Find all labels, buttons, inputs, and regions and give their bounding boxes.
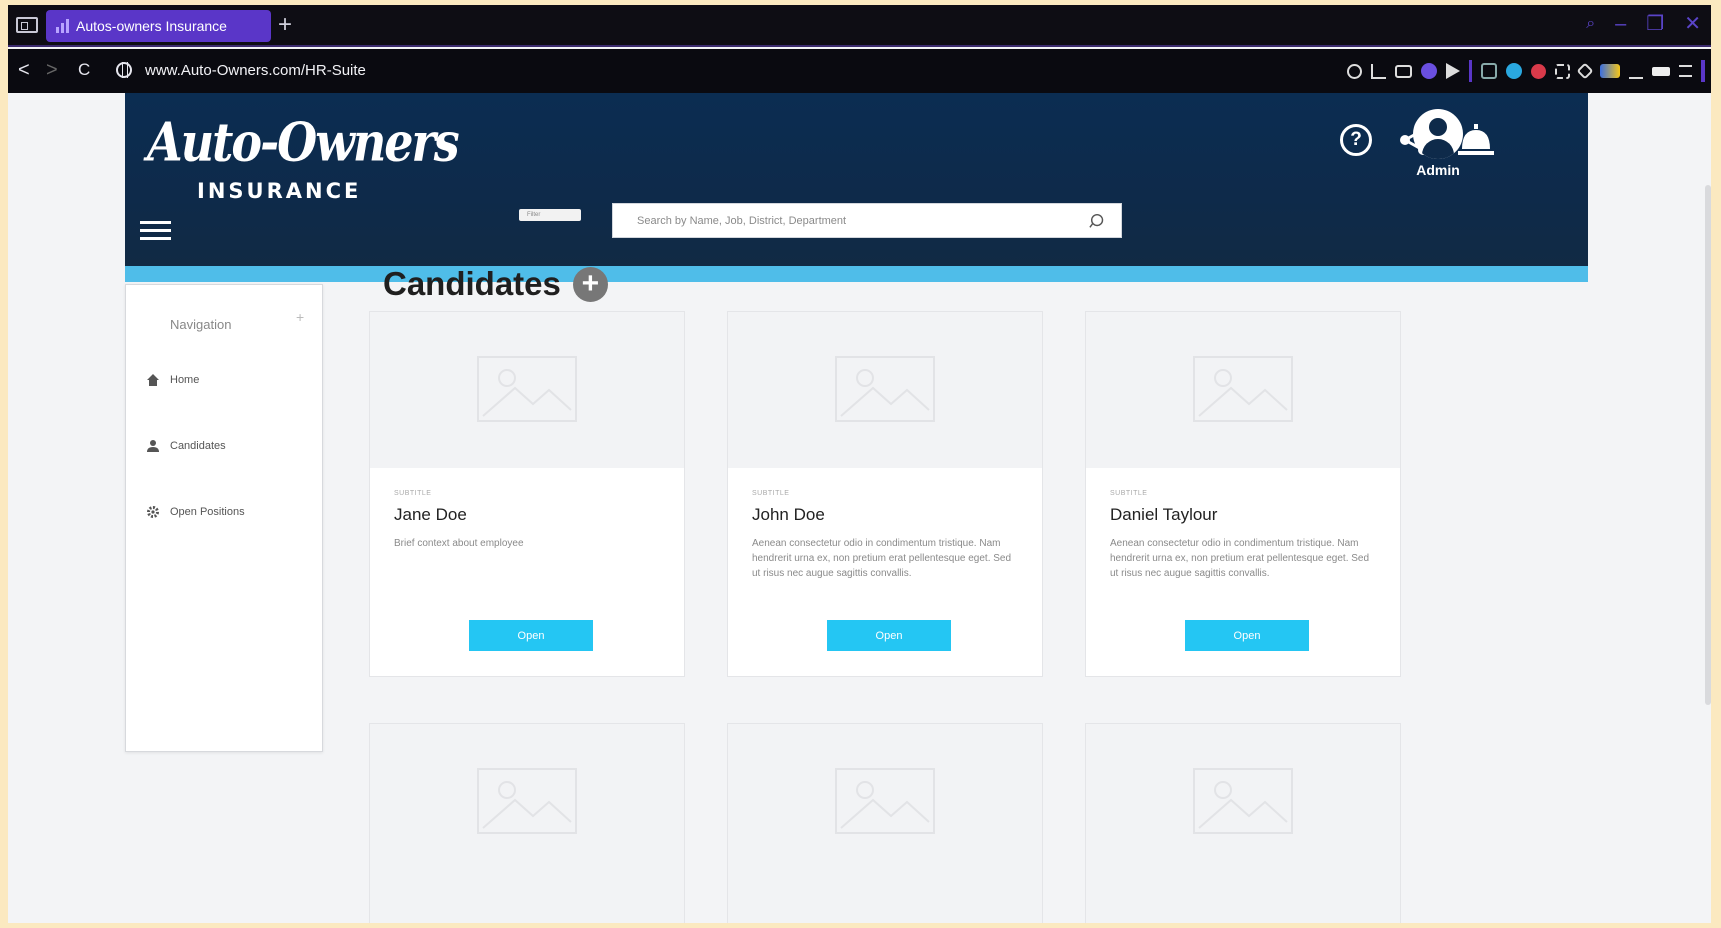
maximize-button[interactable]: ❐ [1646,13,1664,35]
extensions-toolbar [1347,60,1705,82]
page-title-text: Candidates [383,265,561,302]
address-bar: < > C www.Auto-Owners.com/HR-Suite [8,49,1711,93]
browser-tab-active[interactable]: Autos-owners Insurance [46,10,271,42]
image-placeholder-icon [477,356,577,422]
sidebar-item-label: Open Positions [170,506,245,518]
screenshot-ext-icon[interactable] [1555,63,1570,79]
zoom-icon[interactable] [1347,63,1362,79]
logo[interactable]: Auto-Owners [147,111,460,173]
url-field[interactable]: www.Auto-Owners.com/HR-Suite [145,62,366,79]
colorful-ext-icon[interactable] [1600,64,1620,78]
card-image-placeholder [728,724,1042,923]
card-subtitle: SUBTITLE [394,490,432,497]
avatar-icon[interactable] [1413,109,1463,159]
chart-icon[interactable] [1371,63,1386,79]
cube-icon[interactable] [1576,62,1594,80]
reload-button[interactable]: C [78,58,90,82]
record-ext-icon[interactable] [1531,63,1546,79]
download-icon[interactable] [1629,63,1643,79]
admin-label[interactable]: Admin [1408,162,1468,178]
user-icon [147,440,159,452]
open-button[interactable]: Open [469,620,593,651]
image-placeholder-icon [477,768,577,834]
menu-icon[interactable] [1679,65,1692,77]
sidebar-item-label: Candidates [170,440,226,452]
app-header: Auto-Owners INSURANCE Filter ? [125,93,1588,266]
header-accent-strip [125,266,1588,282]
sidebar-item-open-positions[interactable]: Open Positions [146,505,245,519]
sidebar-item-home[interactable]: Home [146,373,199,387]
logo-subtitle: INSURANCE [197,179,362,203]
tab-bar: Autos-owners Insurance + ⌕ – ❐ ✕ [8,5,1711,47]
navigation-collapse-button[interactable]: + [296,309,304,325]
card-name: Jane Doe [394,505,467,524]
search-bar [612,203,1122,238]
forward-button[interactable]: > [46,58,58,82]
page-scrollbar[interactable] [1705,185,1711,705]
open-button[interactable]: Open [1185,620,1309,651]
candidate-card-placeholder [1085,723,1401,923]
card-description: Aenean consectetur odio in condimentum t… [752,538,1012,579]
card-subtitle: SUBTITLE [1110,490,1148,497]
card-image-placeholder [728,312,1042,468]
sidebar-accent-icon [1701,60,1705,82]
image-placeholder-icon [835,768,935,834]
card-image-placeholder [1086,724,1400,923]
search-input[interactable] [613,204,1073,237]
play-icon[interactable] [1446,63,1460,79]
card-description: Brief context about employee [394,538,524,549]
card-image-placeholder [1086,312,1400,468]
back-button[interactable]: < [18,58,30,82]
sidebar-item-candidates[interactable]: Candidates [146,439,226,453]
hamburger-menu-icon[interactable] [140,221,171,243]
open-button[interactable]: Open [827,620,951,651]
tab-title: Autos-owners Insurance [76,18,227,34]
circle-ext-icon[interactable] [1506,63,1522,79]
filter-dropdown[interactable]: Filter [519,209,581,221]
navigation-sidebar: Navigation + Home Candidates Open Positi… [125,284,323,752]
shield-icon[interactable] [1421,63,1437,79]
card-subtitle: SUBTITLE [752,490,790,497]
page-title: Candidates + [383,265,608,303]
card-name: Daniel Taylour [1110,505,1218,524]
card-description: Aenean consectetur odio in condimentum t… [1110,538,1370,579]
search-tabs-icon[interactable]: ⌕ [1586,13,1595,35]
app-root: Auto-Owners INSURANCE Filter ? [125,93,1711,923]
close-button[interactable]: ✕ [1684,13,1701,35]
reader-icon[interactable] [1481,63,1497,79]
card-image-placeholder [370,312,684,468]
divider-icon [1469,60,1472,82]
sidebar-toggle-icon[interactable] [16,17,38,33]
minimize-button[interactable]: – [1615,13,1626,35]
battery-icon[interactable] [1652,66,1670,76]
search-icon[interactable] [1089,212,1107,230]
home-icon [147,374,159,386]
new-tab-button[interactable]: + [278,11,292,39]
favicon-icon [56,19,70,33]
sidebar-item-label: Home [170,374,200,386]
camera-icon[interactable] [1395,64,1412,78]
browser-window: Autos-owners Insurance + ⌕ – ❐ ✕ < > C w… [8,5,1711,923]
gear-icon [147,506,159,518]
image-placeholder-icon [1193,768,1293,834]
image-placeholder-icon [1193,356,1293,422]
image-placeholder-icon [835,356,935,422]
candidate-card: SUBTITLE Daniel Taylour Aenean consectet… [1085,311,1401,677]
navigation-title: Navigation [170,317,232,332]
help-icon[interactable]: ? [1340,124,1372,156]
card-image-placeholder [370,724,684,923]
candidate-card-placeholder [727,723,1043,923]
card-name: John Doe [752,505,825,524]
site-info-icon[interactable] [116,62,132,78]
candidate-card-placeholder [369,723,685,923]
candidate-card: SUBTITLE John Doe Aenean consectetur odi… [727,311,1043,677]
add-candidate-button[interactable]: + [572,266,608,302]
window-controls: ⌕ – ❐ ✕ [1586,13,1701,35]
candidate-card: SUBTITLE Jane Doe Brief context about em… [369,311,685,677]
